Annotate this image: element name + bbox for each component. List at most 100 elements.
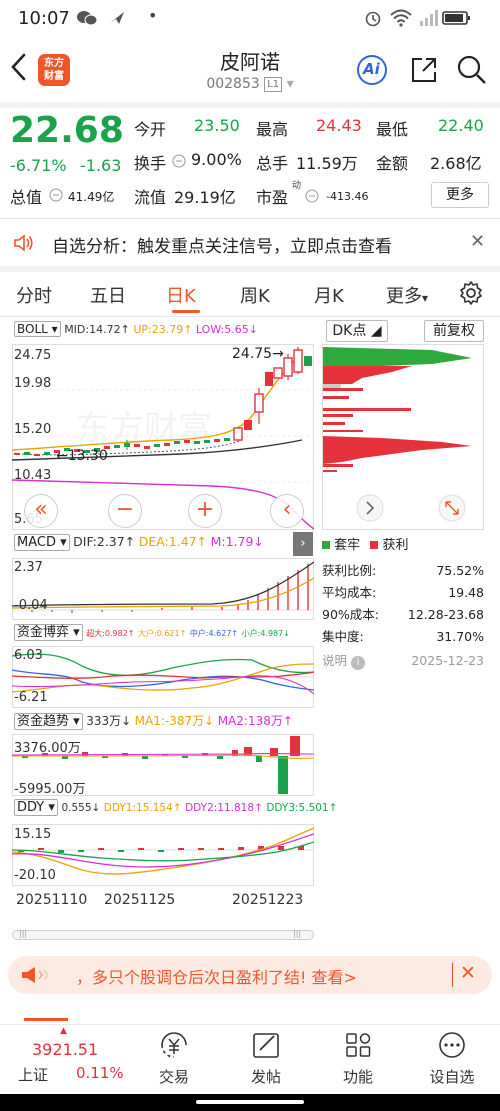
zoom-in-button[interactable]: + [188,494,222,528]
boll-axis-3: 15.20 [14,422,52,437]
tab-intraday[interactable]: 分时 [16,282,52,308]
stat-label: 集中度: [322,629,364,644]
notice-bar[interactable]: 自选分析：触发重点关注信号，立即点击查看 ✕ [0,222,500,264]
change-amount: -1.63 [80,156,122,175]
open-value: 23.50 [194,116,240,135]
high-marker-value: 24.75 [232,346,273,362]
float-label: 流值 [134,188,167,207]
more-button[interactable]: 更多 [431,182,489,208]
index-ticker[interactable]: ▲ 3921.51 上证 0.11% [0,1024,130,1094]
minus-circle-icon[interactable] [305,188,319,207]
bottom-nav: ▲ 3921.51 上证 0.11% 交易 发帖 功能 设自选 [0,1024,500,1094]
chip-explain-row[interactable]: 说明 i 2025-12-23 [322,650,484,672]
chip-stat-row: 90%成本: 12.28-23.68 [322,604,484,626]
macd-selector[interactable]: MACD ▾ [14,534,70,551]
minus-circle-icon[interactable] [49,187,63,206]
share-icon[interactable] [408,54,440,86]
turnover-label: 换手 [134,154,167,173]
promo-banner[interactable]: ，多只个股调仓后次日盈利了结! 查看> ✕ [8,956,492,994]
zoom-out-button[interactable]: − [108,494,142,528]
tab-daily-k[interactable]: 日K [166,282,196,308]
fund-trend-ma1: MA1:-387万↓ [134,714,215,728]
low-label: 最低 [376,120,409,139]
scroll-left-fast-button[interactable]: « [24,494,58,528]
macd-legend: MACD ▾ DIF:2.37↑ DEA:1.47↑ M:1.79↓ [14,534,264,551]
nav-post[interactable]: 发帖 [226,1024,306,1094]
turnover-value: 9.00% [191,150,242,169]
boll-axis-max: 24.75 [14,348,52,363]
index-change: 0.11% [76,1064,124,1082]
boll-axis-2: 19.98 [14,376,52,391]
ddy-selector[interactable]: DDY ▾ [14,799,58,816]
change-percent: -6.71% [10,156,67,175]
scroll-handle-left[interactable]: ||| [19,929,27,938]
boll-up: UP:23.79↑ [133,323,193,336]
tab-weekly-k[interactable]: 周K [240,282,270,308]
dk-point-selector[interactable]: DK点 ◢ [326,320,388,342]
scroll-handle-right[interactable]: ||| [293,929,301,938]
index-name: 上证 [18,1066,49,1084]
watermark: 东方财富 [76,409,212,449]
mktcap-value: 41.49亿 [68,190,115,204]
header: 东方 财富 皮阿诺 002853 L1 ▾ Ai [0,36,500,102]
tab-five-day[interactable]: 五日 [90,282,126,308]
quote-divider [0,218,500,219]
ddy-legend: DDY ▾ 0.555↓ DDY1:15.154↑ DDY2:11.818↑ D… [14,799,337,816]
tab-more-label: 更多 [386,286,422,307]
header-divider [0,102,500,108]
tab-monthly-k[interactable]: 月K [314,282,344,308]
market-level-badge: L1 [264,77,283,92]
nav-add-watchlist[interactable]: 设自选 [412,1024,492,1094]
boll-axis-4: 10.43 [14,468,52,483]
fund-game-chart: 6.03 -6.21 [11,646,315,708]
triangle-up-icon: ▲ [60,1026,67,1036]
system-nav-bar [0,1094,500,1111]
kline-chart[interactable]: 东方财富 24.75 19.98 15.20 10.43 24.75→ ←13.… [12,344,314,530]
expand-panel-icon[interactable]: › [293,532,313,556]
nav-functions[interactable]: 功能 [318,1024,398,1094]
scroll-left-button[interactable]: ‹ [270,494,304,528]
ai-button[interactable]: Ai [356,54,388,86]
minus-circle-icon[interactable] [172,153,186,172]
period-tabs: 分时 五日 日K 周K 月K 更多▾ [0,272,500,316]
explain-link[interactable]: 说明 i [322,650,365,672]
fund-trend-chart: 3376.00万 -5995.00万 [11,734,315,797]
macd-dif: DIF:2.37↑ [73,534,136,549]
fund-trend-selector[interactable]: 资金趋势 ▾ [14,713,83,730]
high-value: 24.43 [316,116,362,135]
tab-more[interactable]: 更多▾ [386,282,428,308]
gesture-handle[interactable] [196,1100,304,1104]
dk-label: DK点 [332,323,367,339]
nav-post-label: 发帖 [250,1068,281,1086]
open-label: 今开 [134,120,167,139]
mktcap-label: 总值 [10,188,43,207]
chart-scrollbar[interactable]: ||| ||| [12,929,314,940]
more-dots-icon [439,1032,465,1058]
fund-game-axis-min: -6.21 [14,690,48,705]
fund-trend-value: 333万↓ [86,714,132,728]
date-label-end: 20251223 [232,892,304,908]
stat-value: 12.28-23.68 [407,607,484,622]
explain-label: 说明 [322,653,348,668]
boll-legend: BOLL ▾ MID:14.72↑ UP:23.79↑ LOW:5.65↓ [14,321,258,337]
nav-trade[interactable]: 交易 [134,1024,214,1094]
status-dot: • [148,6,158,25]
ai-label: Ai [363,60,380,78]
chip-stats: 获利比例: 75.52% 平均成本: 19.48 90%成本: 12.28-23.68… [322,560,484,672]
chip-legend: 套牢 获利 [322,534,408,553]
volume-value: 11.59万 [296,154,358,173]
close-icon[interactable]: ✕ [460,962,476,984]
active-tab-indicator [172,310,200,313]
fund-game-name: 资金博弈 [17,625,70,640]
speaker-icon [12,232,36,258]
search-icon[interactable] [456,54,488,86]
settings-gear-icon[interactable] [458,280,484,310]
boll-mid: MID:14.72↑ [64,323,130,336]
date-label-mid: 20251125 [104,892,176,908]
profit-swatch [370,541,379,549]
stat-value: 19.48 [448,585,484,600]
boll-selector[interactable]: BOLL ▾ [14,321,61,337]
close-icon[interactable]: ✕ [470,231,485,252]
adjust-mode-button[interactable]: 前复权 [424,320,484,342]
fund-game-selector[interactable]: 资金博弈 ▾ [14,624,83,641]
